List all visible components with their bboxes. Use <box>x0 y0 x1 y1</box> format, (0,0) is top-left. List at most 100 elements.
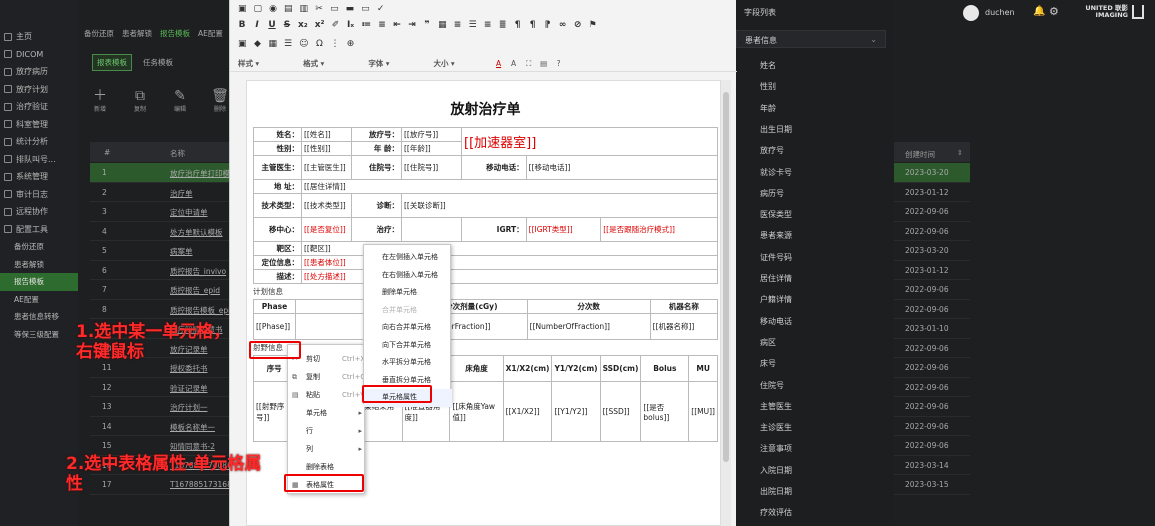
quote-icon[interactable]: ❞ <box>423 20 431 30</box>
style-select[interactable]: 样式 ▾ <box>238 58 259 69</box>
plan-table[interactable]: Phase 分次剂量(cGy) 分次数 机器名称 [[Phase]] [[Dos… <box>253 299 719 340</box>
sidebar-item[interactable]: 放疗病历 <box>0 63 78 81</box>
preview-icon[interactable]: ◉ <box>269 4 277 14</box>
menu-copy[interactable]: ⧉ 复制 Ctrl+C <box>288 369 366 385</box>
anchor-icon[interactable]: ⚑ <box>589 20 597 30</box>
bell-icon[interactable]: 🔔 <box>1033 6 1045 17</box>
menu-row[interactable]: 行 ▸ <box>288 423 366 439</box>
field-item[interactable]: 年龄 <box>760 103 776 114</box>
ltr-icon[interactable]: ¶ <box>514 20 522 30</box>
sidebar-item[interactable]: 远程协作 <box>0 203 78 221</box>
omega-icon[interactable]: Ω <box>316 39 324 49</box>
edit-button[interactable]: ✎ 编辑 <box>168 88 192 113</box>
field-item[interactable]: 入院日期 <box>760 465 792 476</box>
print-icon[interactable]: ▥ <box>300 4 309 14</box>
unlink-icon[interactable]: ⊘ <box>574 20 582 30</box>
sidebar-item[interactable]: 排队叫号... <box>0 151 78 169</box>
field-item[interactable]: 注意事项 <box>760 443 792 454</box>
div-icon[interactable]: ▦ <box>438 20 447 30</box>
field-item[interactable]: 主管医生 <box>760 401 792 412</box>
sidebar-item[interactable]: 等保三级配置 <box>0 326 78 344</box>
template-name-link[interactable]: 质控报告_epid <box>170 285 220 296</box>
image-icon[interactable]: ▣ <box>238 39 247 49</box>
template-name-link[interactable]: 质控报告模板_epid <box>170 305 235 316</box>
menu-col[interactable]: 列 ▸ <box>288 441 366 457</box>
format-brush-icon[interactable]: ✐ <box>332 20 340 30</box>
submenu-item[interactable]: 在左侧插入单元格 <box>364 249 452 267</box>
language-icon[interactable]: ⁋ <box>544 20 552 30</box>
submenu-item[interactable]: 水平拆分单元格 <box>364 354 452 372</box>
template-name-link[interactable]: 处方单默认模板 <box>170 227 223 238</box>
user-name[interactable]: duchen <box>985 8 1015 17</box>
sidebar-item[interactable]: 备份还原 <box>0 238 78 256</box>
sidebar-item[interactable]: 患者信息转移 <box>0 308 78 326</box>
sidebar-item[interactable]: 治疗验证 <box>0 98 78 116</box>
template-name-link[interactable]: 知情同意书-2 <box>170 441 215 452</box>
field-item[interactable]: 病区 <box>760 337 776 348</box>
field-item[interactable]: 主诊医生 <box>760 422 792 433</box>
patient-info-group[interactable]: 患者信息 ⌄ <box>736 30 886 48</box>
paste-icon[interactable]: ▬ <box>346 4 355 14</box>
field-item[interactable]: 疗效评估 <box>760 507 792 518</box>
tab[interactable]: 患者解锁 <box>122 28 152 42</box>
pagebreak-icon[interactable]: ⋮ <box>331 39 340 49</box>
submenu-item[interactable]: 删除单元格 <box>364 284 452 302</box>
submenu-item[interactable]: 向右合并单元格 <box>364 319 452 337</box>
field-item[interactable]: 出生日期 <box>760 124 792 135</box>
submenu-item[interactable]: 在右侧插入单元格 <box>364 267 452 285</box>
sidebar-item[interactable]: 科室管理 <box>0 116 78 134</box>
cut-icon[interactable]: ✂ <box>315 4 323 14</box>
patient-info-table[interactable]: 姓名： [[姓名]] 放疗号： [[放疗号]] [[加速器室]] 性别： [[性… <box>253 127 719 284</box>
source-icon[interactable]: ▣ <box>238 4 247 14</box>
sidebar-item[interactable]: 患者解锁 <box>0 256 78 274</box>
sidebar-item[interactable]: 审计日志 <box>0 186 78 204</box>
field-item[interactable]: 放疗号 <box>760 145 784 156</box>
template-name-link[interactable]: 验证记录单 <box>170 383 208 394</box>
sidebar-item[interactable]: 系统管理 <box>0 168 78 186</box>
table-icon[interactable]: ▦ <box>269 39 278 49</box>
clear-format-icon[interactable]: Ⅰₓ <box>347 20 355 30</box>
phase-cell[interactable]: Phase <box>253 299 296 314</box>
text-color-icon[interactable]: A <box>495 59 503 68</box>
template-name-link[interactable]: 病案单 <box>170 246 193 257</box>
tab[interactable]: AE配置 <box>198 28 223 42</box>
tab[interactable]: 报告模板 <box>160 28 190 42</box>
field-item[interactable]: 姓名 <box>760 60 776 71</box>
field-item[interactable]: 病历号 <box>760 188 784 199</box>
tab[interactable]: 备份还原 <box>84 28 114 42</box>
sort-icon[interactable]: ⇕ <box>957 149 963 157</box>
field-item[interactable]: 移动电话 <box>760 316 792 327</box>
help-icon[interactable]: ? <box>555 59 563 68</box>
field-item[interactable]: 住院号 <box>760 380 784 391</box>
sidebar-item[interactable]: AE配置 <box>0 291 78 309</box>
field-item[interactable]: 性别 <box>760 81 776 92</box>
save-icon[interactable]: ▢ <box>254 4 263 14</box>
field-item[interactable]: 床号 <box>760 358 776 369</box>
gear-icon[interactable]: ⚙ <box>1049 5 1059 18</box>
indent-icon[interactable]: ⇥ <box>408 20 416 30</box>
copy-button[interactable]: ⧉ 复制 <box>128 88 152 113</box>
template-name-link[interactable]: 放疗治疗单打印模板 <box>170 168 238 179</box>
menu-cell[interactable]: 单元格 ▸ <box>288 405 366 421</box>
template-name-link[interactable]: 定位申请单 <box>170 207 208 218</box>
avatar[interactable] <box>963 5 979 21</box>
flash-icon[interactable]: ◆ <box>254 39 262 49</box>
editor-scroll-thumb[interactable] <box>723 92 729 462</box>
template-name-link[interactable]: 模板名称单一 <box>170 422 215 433</box>
bold-icon[interactable]: B <box>238 20 246 30</box>
add-button[interactable]: ＋新增 <box>88 88 112 113</box>
strike-icon[interactable]: S <box>283 20 291 30</box>
sidebar-item[interactable]: 报告模板 <box>0 273 78 291</box>
sidebar-item[interactable]: 配置工具 <box>0 221 78 239</box>
sidebar-item[interactable]: 统计分析 <box>0 133 78 151</box>
show-blocks-icon[interactable]: ▤ <box>540 59 548 68</box>
template-name-link[interactable]: 质控报告_invivo <box>170 266 226 277</box>
bg-color-icon[interactable]: A <box>510 59 518 68</box>
field-item[interactable]: 医保类型 <box>760 209 792 220</box>
subscript-icon[interactable]: x₂ <box>298 20 308 30</box>
align-right-icon[interactable]: ≡ <box>484 20 492 30</box>
field-item[interactable]: 证件号码 <box>760 252 792 263</box>
template-name-link[interactable]: 治疗单 <box>170 188 193 199</box>
sidebar-item[interactable]: 放疗计划 <box>0 81 78 99</box>
justify-icon[interactable]: ≣ <box>499 20 507 30</box>
